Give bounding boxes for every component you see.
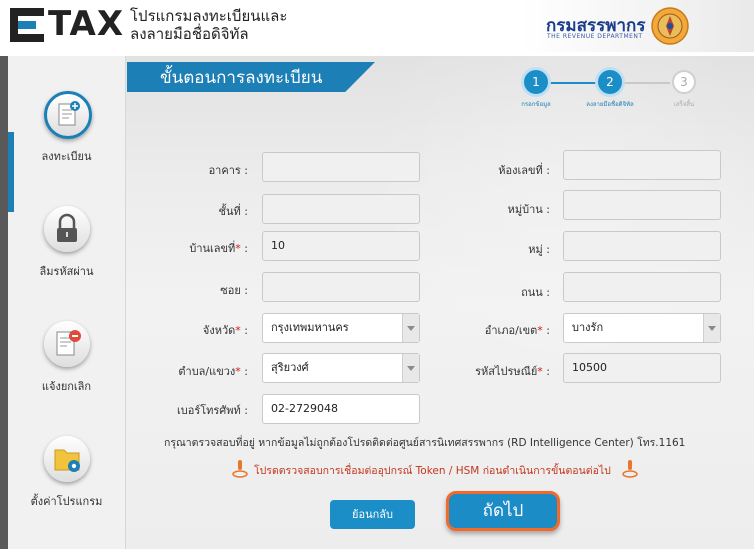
app-title-line1: โปรแกรมลงทะเบียนและ xyxy=(130,7,288,25)
district-select-value: บางรัก xyxy=(572,321,604,334)
token-warning-note: โปรดตรวจสอบการเชื่อมต่ออุปกรณ์ Token / H… xyxy=(254,465,611,477)
district-label: อำเภอ/เขต* : xyxy=(484,324,550,337)
floor-label: ชั้นที่ : xyxy=(218,205,248,218)
logo-text: TAX xyxy=(48,4,125,44)
soi-label: ซอย : xyxy=(220,284,248,297)
sidebar-item-cancel[interactable]: แจ้งยกเลิก xyxy=(8,321,125,431)
revenue-department-emblem-icon xyxy=(651,7,689,45)
district-select[interactable]: บางรัก xyxy=(563,313,721,343)
back-button[interactable]: ย้อนกลับ xyxy=(330,500,415,529)
room-no-input[interactable] xyxy=(563,150,721,180)
province-select[interactable]: กรุงเทพมหานคร xyxy=(262,313,420,343)
house-no-label: บ้านเลขที่* : xyxy=(189,242,248,255)
lock-icon xyxy=(57,213,77,242)
room-no-label: ห้องเลขที่ : xyxy=(498,164,550,177)
sidebar-item-register[interactable]: ลงทะเบียน xyxy=(8,91,125,201)
revenue-department-subtitle: THE REVENUE DEPARTMENT xyxy=(547,33,643,40)
settings-folder-icon xyxy=(54,449,80,472)
moo-label: หมู่ : xyxy=(528,243,550,256)
village-input[interactable] xyxy=(563,190,721,220)
postcode-input[interactable]: 10500 xyxy=(563,353,721,383)
sidebar-item-cancel-circle xyxy=(44,321,90,367)
chevron-down-icon[interactable] xyxy=(402,354,419,382)
sidebar-item-forgot-password-circle xyxy=(44,206,90,252)
building-input[interactable] xyxy=(262,152,420,182)
step-1-circle: 1 xyxy=(524,70,548,94)
sidebar-item-label: ตั้งค่าโปรแกรม xyxy=(30,495,103,508)
phone-label: เบอร์โทรศัพท์ : xyxy=(176,404,248,417)
building-label: อาคาร : xyxy=(208,164,248,177)
next-button[interactable]: ถัดไป xyxy=(446,491,560,531)
sidebar-item-label: ลืมรหัสผ่าน xyxy=(39,265,94,278)
step-connector-1 xyxy=(548,82,596,84)
chevron-down-icon[interactable] xyxy=(703,314,720,342)
sidebar: ลงทะเบียน ลืมรหัสผ่าน แจ้งยกเลิก ตั้งค่า… xyxy=(8,56,126,549)
register-document-icon xyxy=(58,101,80,126)
left-rail-edge xyxy=(0,56,8,549)
subdistrict-select[interactable]: สุริยวงศ์ xyxy=(262,353,420,383)
sidebar-item-label: ลงทะเบียน xyxy=(41,150,92,163)
etax-logo-icon xyxy=(10,8,44,42)
address-info-note: กรุณาตรวจสอบที่อยู่ หากข้อมูลไม่ถูกต้องโ… xyxy=(164,437,686,449)
province-select-value: กรุงเทพมหานคร xyxy=(271,321,349,334)
sidebar-item-forgot-password[interactable]: ลืมรหัสผ่าน xyxy=(8,206,125,316)
chevron-down-icon[interactable] xyxy=(402,314,419,342)
house-no-input[interactable]: 10 xyxy=(262,231,420,261)
step-connector-2 xyxy=(622,82,670,84)
step-3-label: เสร็จสิ้น xyxy=(673,101,695,108)
app-title-line2: ลงลายมือชื่อดิจิทัล xyxy=(130,25,249,43)
step-1-label: กรอกข้อมูล xyxy=(521,101,551,108)
subdistrict-label: ตำบล/แขวง* : xyxy=(178,365,248,378)
step-3-circle: 3 xyxy=(672,70,696,94)
cancel-document-icon xyxy=(56,330,81,356)
page-title: ขั้นตอนการลงทะเบียน xyxy=(160,68,323,88)
moo-input[interactable] xyxy=(563,231,721,261)
phone-input[interactable]: 02-2729048 xyxy=(262,394,420,424)
road-input[interactable] xyxy=(563,272,721,302)
step-2-circle: 2 xyxy=(598,70,622,94)
subdistrict-select-value: สุริยวงศ์ xyxy=(271,361,309,374)
floor-input[interactable] xyxy=(262,194,420,224)
sidebar-item-settings[interactable]: ตั้งค่าโปรแกรม xyxy=(8,436,125,546)
step-2-label: ลงลายมือชื่อดิจิทัล xyxy=(586,101,634,108)
sidebar-item-label: แจ้งยกเลิก xyxy=(41,380,92,393)
sidebar-item-settings-circle xyxy=(44,436,90,482)
soi-input[interactable] xyxy=(262,272,420,302)
village-label: หมู่บ้าน : xyxy=(507,203,550,216)
sidebar-item-register-circle xyxy=(44,91,92,139)
app-title: โปรแกรมลงทะเบียนและ ลงลายมือชื่อดิจิทัล xyxy=(130,7,287,43)
province-label: จังหวัด* : xyxy=(202,324,248,337)
road-label: ถนน : xyxy=(521,286,550,299)
warning-lamp-icon-right xyxy=(622,460,638,478)
postcode-label: รหัสไปรษณีย์* : xyxy=(475,365,550,378)
warning-lamp-icon-left xyxy=(232,460,248,478)
